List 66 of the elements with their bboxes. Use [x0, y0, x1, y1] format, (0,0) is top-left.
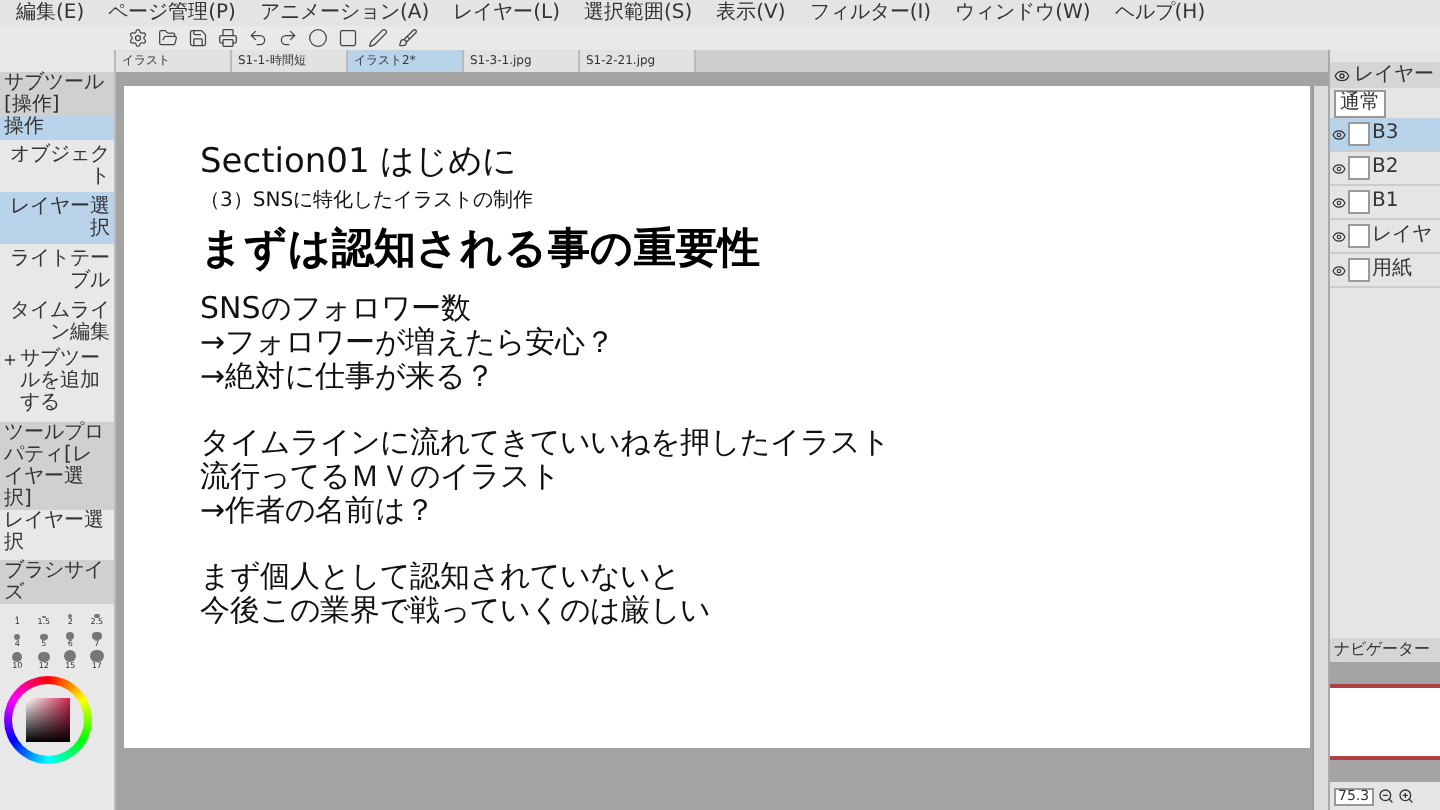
blend-mode-dropdown[interactable]: 通常 — [1334, 90, 1386, 118]
slide-text-line: →絶対に仕事が来る？ — [200, 360, 498, 394]
eye-icon[interactable] — [1332, 161, 1346, 175]
menu-item[interactable]: レイヤー(L) — [453, 3, 560, 23]
slide-text-line: →フォロワーが増えたら安心？ — [200, 326, 618, 360]
layer-name: 用紙 — [1372, 260, 1412, 280]
menu-item[interactable]: フィルター(I) — [809, 3, 932, 23]
menu-item[interactable]: 編集(E) — [16, 3, 85, 23]
slide-text-line: →作者の名前は？ — [200, 494, 438, 528]
subtool-item[interactable]: オブジェクト — [0, 140, 114, 192]
layer-thumbnail — [1348, 156, 1370, 180]
eye-icon[interactable] — [1332, 229, 1346, 243]
menu-item[interactable]: ページ管理(P) — [108, 3, 236, 23]
layer-row[interactable]: B2 — [1330, 152, 1440, 186]
slide-text-line: 流行ってるＭＶのイラスト — [200, 460, 562, 494]
subtool-item[interactable]: ライトテーブル — [0, 244, 114, 296]
scrollbar[interactable] — [1312, 86, 1328, 810]
subtool-item[interactable]: タイムライン編集 — [0, 296, 114, 348]
slide-text-line: タイムラインに流れてきていいねを押したイラスト — [200, 426, 892, 460]
brush-icon[interactable] — [398, 28, 418, 48]
square-icon[interactable] — [338, 28, 358, 48]
tool-name: レイヤー選択 — [2, 510, 106, 554]
add-icon[interactable] — [2, 352, 18, 368]
layer-row[interactable]: レイヤ — [1330, 220, 1440, 254]
panel-title: ツールプロパティ[レイヤー選択] — [0, 422, 114, 510]
menu-item[interactable]: 選択範囲(S) — [584, 3, 693, 23]
undo-icon[interactable] — [248, 28, 268, 48]
zoom-out-icon[interactable] — [1377, 788, 1394, 804]
layer-name: レイヤ — [1372, 226, 1432, 246]
add-subtool-link[interactable]: サブツールを追加する — [20, 348, 112, 414]
circle-icon[interactable] — [308, 28, 328, 48]
settings-icon[interactable] — [128, 28, 148, 48]
layer-thumbnail — [1348, 190, 1370, 214]
layer-thumbnail — [1348, 258, 1370, 282]
panel-title: ブラシサイズ — [0, 560, 114, 604]
layer-thumbnail — [1348, 224, 1370, 248]
subtool-item[interactable]: レイヤー選択 — [0, 192, 114, 244]
layer-row[interactable]: B1 — [1330, 186, 1440, 220]
layer-name: B2 — [1372, 158, 1399, 178]
menu-item[interactable]: ヘルプ(H) — [1114, 3, 1206, 23]
slide-text-line: 今後この業界で戦っていくのは厳しい — [200, 594, 712, 628]
group-label: 操作 — [0, 116, 114, 140]
eye-icon[interactable] — [1332, 263, 1346, 277]
slide-subtitle: （3）SNSに特化したイラストの制作 — [200, 188, 536, 216]
section-title: Section01 はじめに — [200, 142, 519, 182]
folder-icon[interactable] — [158, 28, 178, 48]
slide-text-line: SNSのフォロワー数 — [200, 292, 473, 326]
eye-icon[interactable] — [1332, 127, 1346, 141]
layer-name: B1 — [1372, 192, 1399, 212]
color-wheel-drawing[interactable] — [4, 676, 92, 764]
save-icon[interactable] — [188, 28, 208, 48]
menu-item[interactable]: ウィンドウ(W) — [955, 3, 1091, 23]
printer-icon[interactable] — [218, 28, 238, 48]
layer-thumbnail — [1348, 122, 1370, 146]
panel-title: サブツール[操作] — [0, 72, 114, 116]
redo-icon[interactable] — [278, 28, 298, 48]
layer-row[interactable]: B3 — [1330, 118, 1440, 152]
menu-item[interactable]: 表示(V) — [716, 3, 786, 23]
layer-name: B3 — [1372, 124, 1399, 144]
slide-heading: まずは認知される事の重要性 — [200, 222, 762, 276]
slide-text-line: まず個人として認知されていないと — [200, 560, 682, 594]
zoom-in-icon[interactable] — [1397, 788, 1414, 804]
menu-item[interactable]: アニメーション(A) — [259, 3, 430, 23]
layer-row[interactable]: 用紙 — [1330, 254, 1440, 288]
eye-icon[interactable] — [1332, 195, 1346, 209]
pen-icon[interactable] — [368, 28, 388, 48]
